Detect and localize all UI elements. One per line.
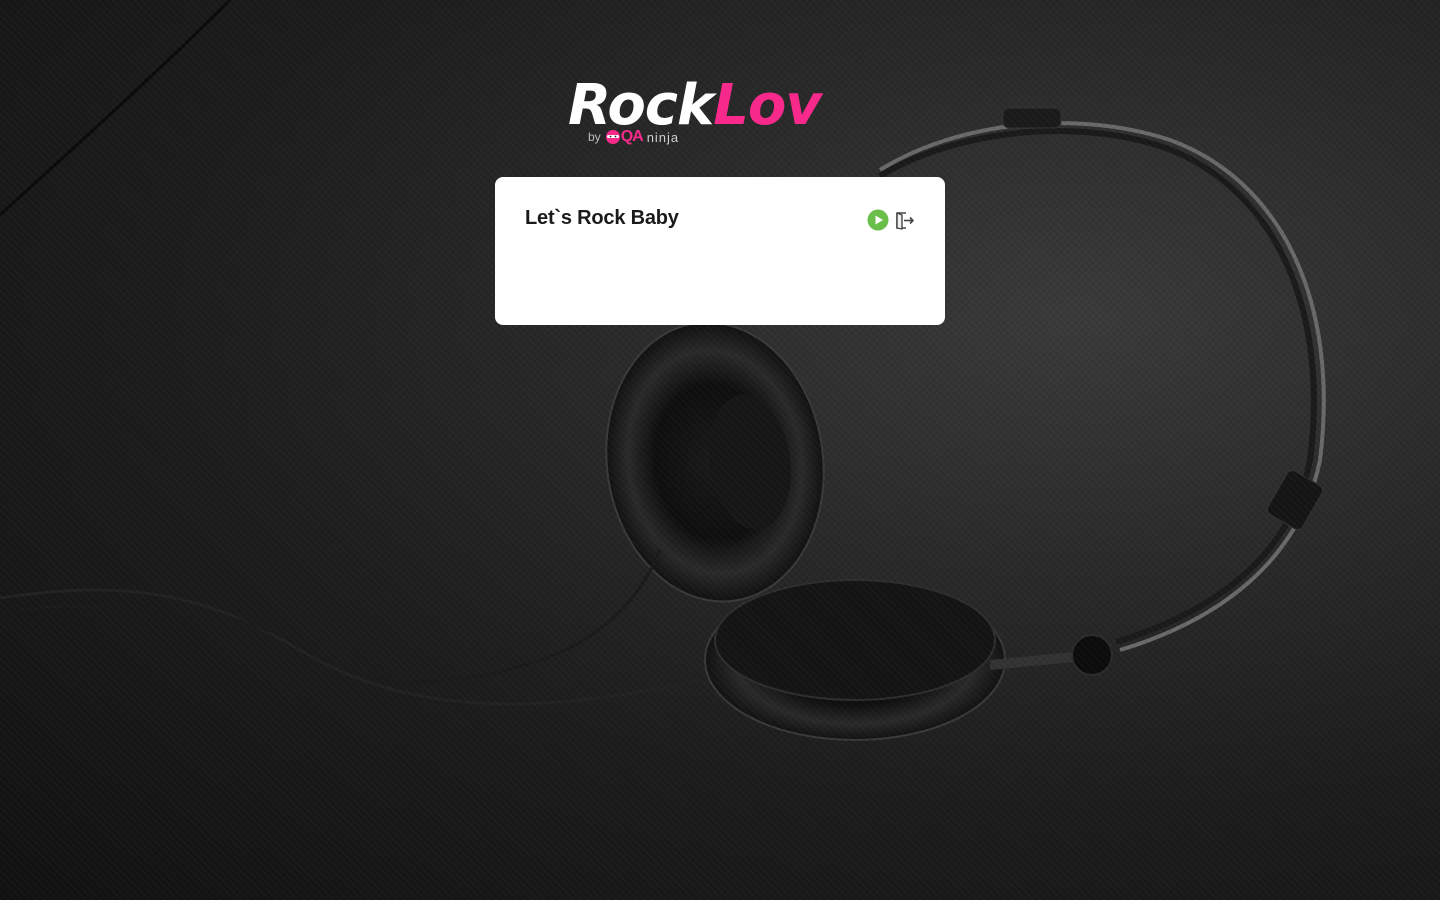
qa-mark-text: QA [620, 128, 644, 145]
qa-ninja-face-icon [605, 130, 620, 144]
logo-ninja-text: ninja [646, 129, 680, 145]
logout-icon [896, 212, 914, 230]
play-button[interactable] [867, 209, 889, 231]
play-circle-icon [867, 209, 889, 231]
welcome-card: Let`s Rock Baby [495, 177, 945, 325]
card-title: Let`s Rock Baby [525, 207, 679, 229]
logo-lov-text: Lov [713, 73, 822, 138]
logout-button[interactable] [893, 209, 915, 231]
brand-logo: RockLov by QA ninja [568, 74, 878, 154]
card-actions [867, 209, 915, 231]
logo-by-text: by [588, 130, 601, 144]
logo-byline: by QA ninja [588, 128, 679, 146]
qa-ninja-mark: QA [605, 128, 644, 146]
